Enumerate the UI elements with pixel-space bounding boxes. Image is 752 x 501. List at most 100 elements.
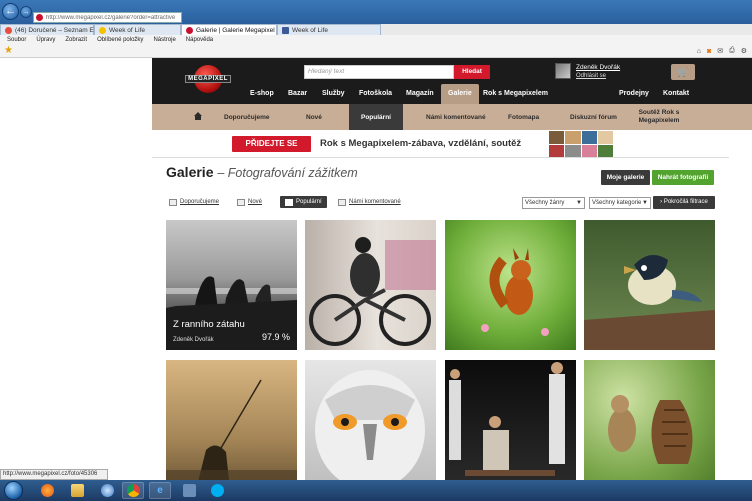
gallery-photo-angler[interactable] <box>166 360 297 490</box>
thumbs-up-icon <box>285 198 293 206</box>
week-of-life-tab-icon <box>99 26 106 34</box>
nav-prodejny[interactable]: Prodejny <box>619 84 649 104</box>
gallery-photo-squirrel[interactable] <box>445 220 576 350</box>
nav-kontakt[interactable]: Kontakt <box>663 84 689 104</box>
page-title: Galerie – Fotografování zážitkem <box>166 164 358 180</box>
banner-photo-collage[interactable] <box>549 131 613 157</box>
photo-caption[interactable]: Z ranního zátahu <box>173 319 245 330</box>
filter-label: Doporučujeme <box>180 199 220 205</box>
subnav-doporucujeme[interactable]: Doporučujeme <box>224 104 270 130</box>
photo-score: 97.9 % <box>261 332 290 342</box>
thumbs-icon <box>169 198 177 206</box>
logout-link[interactable]: Odhlásit se <box>576 73 606 79</box>
tab-label: Galerie | Galerie Megapixel <box>196 26 275 34</box>
join-button[interactable]: PŘIDEJTE SE <box>232 136 311 152</box>
cart-icon[interactable]: 🛒 <box>671 64 695 80</box>
menu-napoveda[interactable]: Nápověda <box>186 37 213 43</box>
page-subtitle: – Fotografování zážitkem <box>217 166 358 180</box>
browser-tab-week-of-life-2[interactable]: Week of Life <box>277 24 381 35</box>
new-icon <box>237 198 245 206</box>
subnav-diskuzni-forum[interactable]: Diskuzní fórum <box>570 104 617 130</box>
address-bar[interactable]: http://www.megapixel.cz/galerie?order=at… <box>33 12 182 23</box>
home-icon[interactable]: ⌂ <box>697 48 701 55</box>
browser-tab-galerie[interactable]: Galerie | Galerie Megapixel × <box>181 24 292 35</box>
gallery-photo-eagle[interactable] <box>305 360 436 490</box>
menu-nastroje[interactable]: Nástroje <box>153 37 175 43</box>
eagle-scene <box>315 370 425 490</box>
gallery-photo-fishermen[interactable]: Z ranního zátahu Zdeněk Dvořák 97.9 % <box>166 220 297 350</box>
menu-soubor[interactable]: Soubor <box>7 37 26 43</box>
advanced-filter-button[interactable]: › Pokročilá filtrace <box>653 196 715 209</box>
banner-text[interactable]: Rok s Megapixelem-zábava, vzdělání, sout… <box>320 138 521 149</box>
category-select[interactable]: Všechny kategorie ▼ <box>589 197 651 209</box>
bird-scene <box>584 255 715 350</box>
menu-zobrazit[interactable]: Zobrazit <box>65 37 87 43</box>
taskbar-app-icon[interactable] <box>96 482 118 499</box>
facebook-tab-icon <box>282 26 289 34</box>
nav-sluzby[interactable]: Služby <box>322 84 345 104</box>
collage-thumb <box>565 131 581 144</box>
taskbar-chrome-icon[interactable] <box>122 482 144 499</box>
browser-titlebar: ← → http://www.megapixel.cz/galerie?orde… <box>0 0 752 24</box>
gear-icon[interactable]: ⚙ <box>741 47 747 55</box>
nav-bazar[interactable]: Bazar <box>288 84 307 104</box>
nav-fotoskola[interactable]: Fotoškola <box>359 84 392 104</box>
search-button[interactable]: Hledat <box>454 65 490 79</box>
gallery-photo-marmot-pinecone[interactable] <box>584 360 715 490</box>
gallery-photo-theatre[interactable] <box>445 360 576 490</box>
collage-thumb <box>549 131 565 144</box>
tab-label: (46) Doručené – Seznam Email <box>15 26 106 34</box>
taskbar-media-icon[interactable] <box>178 482 200 499</box>
taskbar-skype-icon[interactable] <box>206 482 228 499</box>
photo-author[interactable]: Zdeněk Dvořák <box>173 337 214 343</box>
nav-galerie[interactable]: Galerie <box>441 84 479 104</box>
chevron-down-icon: ▼ <box>642 200 648 206</box>
comment-icon <box>338 198 346 206</box>
gallery-photo-motorcycle[interactable] <box>305 220 436 350</box>
genre-select[interactable]: Všechny žánry ▼ <box>522 197 585 209</box>
browser-tab-week-of-life-1[interactable]: Week of Life <box>94 24 181 35</box>
browser-status-bar: http://www.megapixel.cz/foto/45306 <box>0 469 108 480</box>
user-name-link[interactable]: Zdeněk Dvořák <box>576 64 620 71</box>
back-button[interactable]: ← <box>2 3 19 20</box>
category-select-value: Všechny kategorie <box>592 200 642 206</box>
gallery-photo-tit-bird[interactable] <box>584 220 715 350</box>
avatar[interactable] <box>555 63 571 79</box>
menu-oblibene[interactable]: Oblíbené položky <box>97 37 143 43</box>
subnav-nami-komentovane[interactable]: Námi komentované <box>426 104 486 130</box>
subnav-nove[interactable]: Nové <box>306 104 322 130</box>
nav-magazin[interactable]: Magazín <box>406 84 434 104</box>
filter-popularni[interactable]: Populární <box>280 196 327 208</box>
rss-icon[interactable]: ◙ <box>707 48 711 55</box>
taskbar-explorer-folder-icon[interactable] <box>66 482 88 499</box>
browser-menubar: Soubor Úpravy Zobrazit Oblíbené položky … <box>0 35 752 45</box>
favorites-star-icon[interactable]: ★ <box>4 46 13 56</box>
nav-e-shop[interactable]: E-shop <box>250 84 274 104</box>
forward-button[interactable]: → <box>20 6 32 18</box>
print-icon[interactable]: ⎙ <box>729 47 735 55</box>
mail-icon[interactable]: ✉ <box>717 47 723 55</box>
nav-rok-s-megapixelem[interactable]: Rok s Megapixelem <box>483 84 548 104</box>
taskbar-ie-icon[interactable]: e <box>149 482 171 499</box>
subnav-fotomapa[interactable]: Fotomapa <box>508 104 539 130</box>
search-input[interactable]: Hledaný text <box>304 65 454 79</box>
filter-doporucujeme[interactable]: Doporučujeme <box>169 196 219 208</box>
start-button-icon[interactable] <box>4 481 23 500</box>
tab-label: Week of Life <box>292 26 329 34</box>
genre-select-value: Všechny žánry <box>525 200 565 206</box>
filter-nove[interactable]: Nové <box>237 196 262 208</box>
collage-thumb <box>581 144 597 157</box>
page-left-margin <box>0 58 152 480</box>
filter-nami-komentovane[interactable]: Námi komentované <box>338 196 401 208</box>
collage-thumb <box>597 131 613 144</box>
home-icon[interactable] <box>194 112 202 120</box>
my-gallery-button[interactable]: Moje galerie <box>601 170 650 185</box>
subnav-popularni[interactable]: Populární <box>349 104 403 130</box>
email-tab-icon <box>5 26 12 34</box>
menu-upravy[interactable]: Úpravy <box>36 37 55 43</box>
upload-photo-button[interactable]: Nahrát fotografii <box>652 170 714 185</box>
subnav-soutez[interactable]: Soutěž Rok s Megapixelem <box>634 104 684 130</box>
taskbar-firefox-icon[interactable] <box>36 482 58 499</box>
collage-thumb <box>565 144 581 157</box>
browser-tab-email[interactable]: (46) Doručené – Seznam Email <box>0 24 106 35</box>
